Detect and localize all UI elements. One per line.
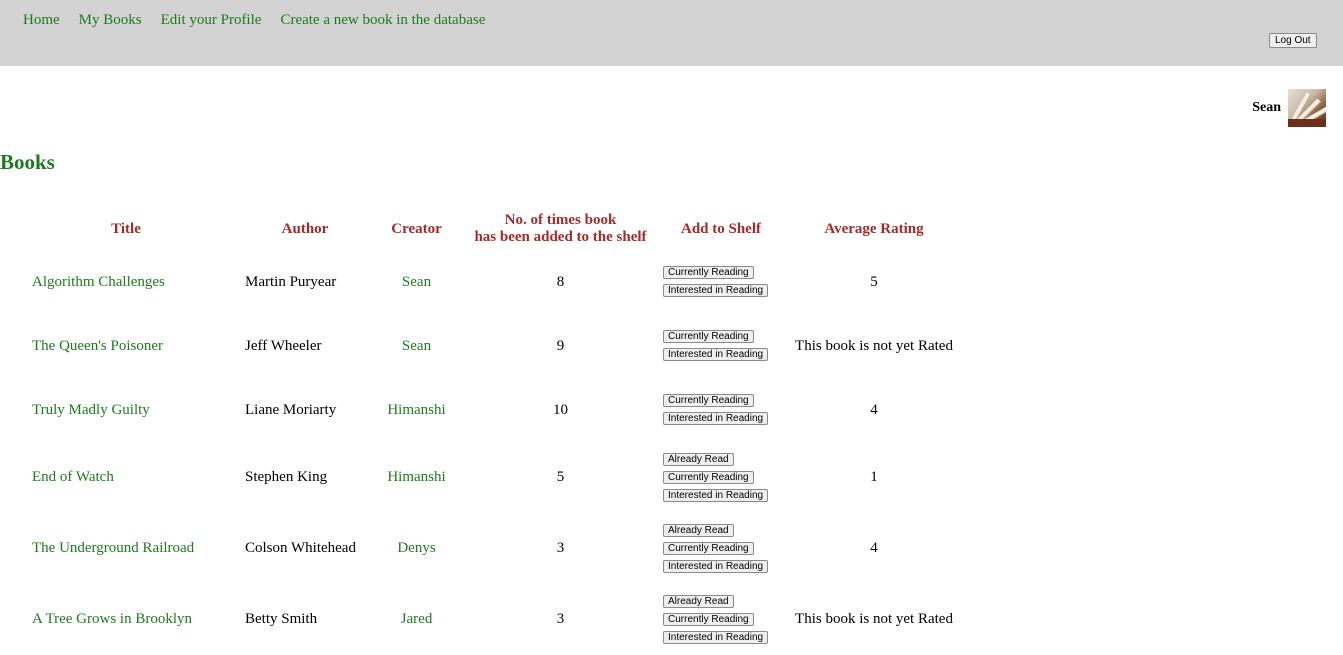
book-author: Jeff Wheeler xyxy=(245,337,322,354)
book-rating: 5 xyxy=(870,273,878,290)
book-creator-link[interactable]: Himanshi xyxy=(387,402,445,418)
interested-in-reading-button[interactable]: Interested in Reading xyxy=(663,630,769,644)
interested-in-reading-button[interactable]: Interested in Reading xyxy=(663,559,769,573)
user-badge: Sean xyxy=(1252,89,1326,127)
shelf-buttons: Currently Reading Interested in Reading xyxy=(663,392,789,428)
book-creator-link[interactable]: Jared xyxy=(401,611,433,627)
book-title-link[interactable]: The Underground Railroad xyxy=(32,540,194,556)
book-creator-link[interactable]: Sean xyxy=(402,274,431,290)
currently-reading-button[interactable]: Currently Reading xyxy=(663,470,754,484)
user-name: Sean xyxy=(1252,100,1281,115)
header-author: Author xyxy=(281,220,329,237)
book-title-link[interactable]: The Queen's Poisoner xyxy=(32,338,163,354)
book-shelf-count: 3 xyxy=(556,540,565,556)
header-count: No. of times book has been added to the … xyxy=(468,208,653,250)
book-author: Martin Puryear xyxy=(245,273,337,290)
nav-links: Home My Books Edit your Profile Create a… xyxy=(23,12,504,29)
book-creator-link[interactable]: Denys xyxy=(397,540,435,556)
book-rating: 4 xyxy=(870,401,878,418)
header-title: Title xyxy=(111,220,141,237)
currently-reading-button[interactable]: Currently Reading xyxy=(663,394,754,407)
table-row: The Underground Railroad Colson Whitehea… xyxy=(0,513,959,584)
currently-reading-button[interactable]: Currently Reading xyxy=(663,541,754,555)
book-title-link[interactable]: A Tree Grows in Brooklyn xyxy=(32,611,192,627)
nav-create-book-link[interactable]: Create a new book in the database xyxy=(280,12,485,29)
shelf-buttons: Already Read Currently Reading Intereste… xyxy=(663,593,789,647)
book-creator-link[interactable]: Himanshi xyxy=(387,469,445,485)
interested-in-reading-button[interactable]: Interested in Reading xyxy=(663,412,769,425)
book-shelf-count: 3 xyxy=(556,611,565,627)
books-table: Title Author Creator No. of times book h… xyxy=(0,208,959,655)
book-shelf-count: 9 xyxy=(556,337,565,354)
table-row: Algorithm Challenges Martin Puryear Sean… xyxy=(0,250,959,314)
shelf-buttons: Already Read Currently Reading Intereste… xyxy=(663,522,789,576)
nav-edit-profile-link[interactable]: Edit your Profile xyxy=(161,12,262,29)
interested-in-reading-button[interactable]: Interested in Reading xyxy=(663,348,769,361)
book-rating: This book is not yet Rated xyxy=(795,611,953,627)
book-author: Betty Smith xyxy=(245,611,318,627)
book-rating: This book is not yet Rated xyxy=(795,337,953,354)
already-read-button[interactable]: Already Read xyxy=(663,452,734,466)
book-title-link[interactable]: Truly Madly Guilty xyxy=(32,402,150,418)
book-creator-link[interactable]: Sean xyxy=(402,338,431,354)
header-creator: Creator xyxy=(391,220,442,237)
table-row: A Tree Grows in Brooklyn Betty Smith Jar… xyxy=(0,584,959,655)
header-shelf: Add to Shelf xyxy=(680,220,762,237)
book-author: Stephen King xyxy=(245,469,328,485)
table-row: Truly Madly Guilty Liane Moriarty Himans… xyxy=(0,378,959,442)
interested-in-reading-button[interactable]: Interested in Reading xyxy=(663,284,769,297)
book-rating: 4 xyxy=(870,540,878,556)
table-row: The Queen's Poisoner Jeff Wheeler Sean 9… xyxy=(0,314,959,378)
logout-button[interactable]: Log Out xyxy=(1269,33,1317,48)
already-read-button[interactable]: Already Read xyxy=(663,594,734,608)
book-author: Colson Whitehead xyxy=(245,540,356,556)
book-rating: 1 xyxy=(870,469,878,485)
book-shelf-count: 8 xyxy=(556,273,565,290)
avatar xyxy=(1288,89,1326,127)
currently-reading-button[interactable]: Currently Reading xyxy=(663,266,754,279)
currently-reading-button[interactable]: Currently Reading xyxy=(663,612,754,626)
book-author: Liane Moriarty xyxy=(245,401,337,418)
book-shelf-count: 5 xyxy=(556,469,565,485)
shelf-buttons: Currently Reading Interested in Reading xyxy=(663,264,789,300)
header-rating: Average Rating xyxy=(824,220,924,237)
header-count-line2: has been added to the shelf xyxy=(474,229,647,245)
header-count-line1: No. of times book xyxy=(504,212,617,228)
book-title-link[interactable]: End of Watch xyxy=(32,469,114,485)
currently-reading-button[interactable]: Currently Reading xyxy=(663,330,754,343)
already-read-button[interactable]: Already Read xyxy=(663,523,734,537)
page-title: Books xyxy=(0,150,55,174)
table-row: End of Watch Stephen King Himanshi 5 Alr… xyxy=(0,442,959,513)
interested-in-reading-button[interactable]: Interested in Reading xyxy=(663,488,769,502)
table-header-row: Title Author Creator No. of times book h… xyxy=(0,208,959,250)
book-title-link[interactable]: Algorithm Challenges xyxy=(32,274,165,290)
top-navigation-bar: Home My Books Edit your Profile Create a… xyxy=(0,0,1343,66)
nav-my-books-link[interactable]: My Books xyxy=(79,12,142,29)
nav-home-link[interactable]: Home xyxy=(23,12,60,29)
shelf-buttons: Already Read Currently Reading Intereste… xyxy=(663,451,789,505)
shelf-buttons: Currently Reading Interested in Reading xyxy=(663,328,789,364)
book-shelf-count: 10 xyxy=(553,401,568,418)
